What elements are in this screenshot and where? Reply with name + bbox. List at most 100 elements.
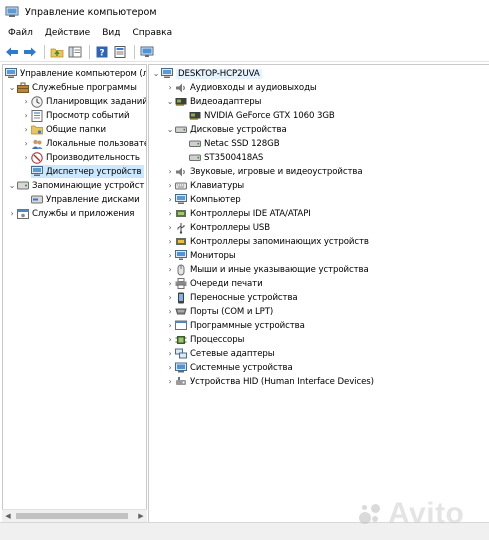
toolbar: ?: [0, 42, 489, 62]
device-category-computer[interactable]: › Компьютер: [165, 193, 241, 206]
chevron-right-icon[interactable]: ›: [165, 375, 175, 388]
show-hide-tree-icon[interactable]: [67, 44, 83, 60]
tree-item-label: Просмотр событий: [46, 110, 130, 121]
menu-file[interactable]: Файл: [0, 28, 39, 38]
mouse-icon: [175, 264, 187, 276]
device-item-gpu[interactable]: NVIDIA GeForce GTX 1060 3GB: [189, 109, 335, 122]
chevron-right-icon[interactable]: ›: [165, 361, 175, 374]
svg-text:?: ?: [99, 48, 104, 58]
tree-item-system-tools[interactable]: ⌄ Служебные программы: [7, 81, 137, 94]
device-category-label: Контроллеры IDE ATA/ATAPI: [190, 208, 311, 219]
tree-item-device-manager[interactable]: Диспетчер устройств: [31, 165, 144, 178]
tree-item-storage[interactable]: ⌄ Запоминающие устройст: [7, 179, 145, 192]
device-category-monitors[interactable]: › Мониторы: [165, 249, 236, 262]
toolbar-separator: [134, 44, 135, 59]
device-item-label: NVIDIA GeForce GTX 1060 3GB: [204, 110, 335, 121]
tree-item-local-users[interactable]: › Локальные пользовате: [21, 137, 146, 150]
tree-item-shared-folders[interactable]: › Общие папки: [21, 123, 106, 136]
chevron-right-icon[interactable]: ›: [21, 137, 31, 150]
chevron-right-icon[interactable]: ›: [165, 319, 175, 332]
monitor-icon[interactable]: [139, 44, 155, 60]
device-category-print-queues[interactable]: › Очереди печати: [165, 277, 263, 290]
tree-item-services[interactable]: › Службы и приложения: [7, 207, 134, 220]
menu-help[interactable]: Справка: [126, 28, 178, 38]
scroll-right-arrow-icon[interactable]: ▶: [135, 512, 147, 520]
tree-item-disk-management[interactable]: Управление дисками: [31, 193, 140, 206]
chevron-right-icon[interactable]: ›: [165, 277, 175, 290]
tree-item-label: Производительность: [46, 152, 140, 163]
help-icon[interactable]: ?: [94, 44, 110, 60]
chevron-down-icon[interactable]: ⌄: [165, 123, 175, 136]
device-category-label: Контроллеры запоминающих устройств: [190, 236, 369, 247]
chevron-right-icon[interactable]: ›: [165, 193, 175, 206]
chevron-right-icon[interactable]: ›: [165, 81, 175, 94]
chevron-right-icon[interactable]: ›: [165, 179, 175, 192]
device-category-audio-io[interactable]: › Аудиовходы и аудиовыходы: [165, 81, 316, 94]
chevron-down-icon[interactable]: ⌄: [7, 179, 17, 192]
device-category-processors[interactable]: › Процессоры: [165, 333, 244, 346]
monitor-icon: [175, 250, 187, 262]
device-category-mice[interactable]: › Мыши и иные указывающие устройства: [165, 263, 369, 276]
device-category-usb[interactable]: › Контроллеры USB: [165, 221, 270, 234]
toolbox-icon: [17, 82, 29, 94]
chevron-down-icon[interactable]: ⌄: [7, 81, 17, 94]
controller-icon: [175, 208, 187, 220]
device-item-ssd[interactable]: Netac SSD 128GB: [189, 137, 280, 150]
chevron-right-icon[interactable]: ›: [165, 249, 175, 262]
device-category-label: Звуковые, игровые и видеоустройства: [190, 166, 363, 177]
chevron-right-icon[interactable]: ›: [165, 263, 175, 276]
device-item-hdd[interactable]: ST3500418AS: [189, 151, 263, 164]
forward-arrow-icon[interactable]: [22, 44, 38, 60]
chevron-right-icon[interactable]: ›: [165, 305, 175, 318]
chevron-right-icon[interactable]: ›: [165, 207, 175, 220]
device-category-ports[interactable]: › Порты (COM и LPT): [165, 305, 273, 318]
device-category-network[interactable]: › Сетевые адаптеры: [165, 347, 275, 360]
display-adapter-icon: [175, 96, 187, 108]
device-category-label: Компьютер: [190, 194, 241, 205]
chevron-right-icon[interactable]: ›: [165, 235, 175, 248]
device-category-keyboards[interactable]: › Клавиатуры: [165, 179, 244, 192]
performance-icon: [31, 151, 43, 164]
chevron-right-icon[interactable]: ›: [21, 123, 31, 136]
tree-item-performance[interactable]: › Производительность: [21, 151, 140, 164]
left-pane-horizontal-scrollbar[interactable]: ◀ ▶: [2, 509, 147, 522]
device-manager-icon: [31, 166, 43, 178]
device-tree-root[interactable]: ⌄ DESKTOP-HCP2UVA: [151, 67, 262, 80]
clock-icon: [31, 95, 43, 108]
watermark-text: Avito: [388, 497, 465, 530]
system-device-icon: [175, 362, 187, 374]
device-category-disk-devices[interactable]: ⌄ Дисковые устройства: [165, 123, 287, 136]
chevron-down-icon[interactable]: ⌄: [165, 95, 175, 108]
chevron-right-icon[interactable]: ›: [21, 95, 31, 108]
device-category-hid[interactable]: › Устройства HID (Human Interface Device…: [165, 375, 374, 388]
chevron-right-icon[interactable]: ›: [21, 151, 31, 164]
back-arrow-icon[interactable]: [4, 44, 20, 60]
title-bar: Управление компьютером: [0, 0, 489, 24]
chevron-right-icon[interactable]: ›: [165, 333, 175, 346]
menu-action[interactable]: Действие: [39, 28, 96, 38]
device-category-label: Устройства HID (Human Interface Devices): [190, 376, 374, 387]
tree-item-task-scheduler[interactable]: › Планировщик заданий: [21, 95, 146, 108]
device-category-label: Мониторы: [190, 250, 236, 261]
tree-item-event-viewer[interactable]: › Просмотр событий: [21, 109, 130, 122]
device-category-system[interactable]: › Системные устройства: [165, 361, 293, 374]
chevron-right-icon[interactable]: ›: [165, 291, 175, 304]
up-folder-icon[interactable]: [49, 44, 65, 60]
tree-item-computer-management[interactable]: Управление компьютером (л: [5, 67, 146, 80]
device-category-portable[interactable]: › Переносные устройства: [165, 291, 298, 304]
menu-view[interactable]: Вид: [96, 28, 126, 38]
chevron-right-icon[interactable]: ›: [21, 109, 31, 122]
chevron-right-icon[interactable]: ›: [165, 221, 175, 234]
device-category-storage-controllers[interactable]: › Контроллеры запоминающих устройств: [165, 235, 369, 248]
scroll-left-arrow-icon[interactable]: ◀: [2, 512, 14, 520]
chevron-right-icon[interactable]: ›: [165, 347, 175, 360]
device-category-ide[interactable]: › Контроллеры IDE ATA/ATAPI: [165, 207, 311, 220]
device-category-software[interactable]: › Программные устройства: [165, 319, 305, 332]
device-category-video-adapters[interactable]: ⌄ Видеоадаптеры: [165, 95, 262, 108]
device-category-sound[interactable]: › Звуковые, игровые и видеоустройства: [165, 165, 363, 178]
properties-icon[interactable]: [112, 44, 128, 60]
chevron-right-icon[interactable]: ›: [7, 207, 17, 220]
chevron-down-icon[interactable]: ⌄: [151, 67, 161, 80]
chevron-right-icon[interactable]: ›: [165, 165, 175, 178]
scrollbar-thumb[interactable]: [16, 513, 128, 519]
